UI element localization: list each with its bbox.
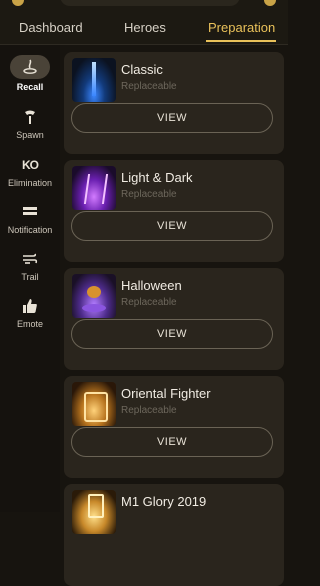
notification-icon [10, 202, 50, 222]
sidebar-item-label: Recall [16, 82, 44, 92]
view-button[interactable]: VIEW [71, 427, 273, 457]
sidebar-item-emote[interactable]: Emote [0, 296, 60, 329]
skin-card: Light & Dark Replaceable VIEW [64, 160, 284, 262]
tab-preparation[interactable]: Preparation [208, 20, 275, 35]
tab-dashboard[interactable]: Dashboard [19, 20, 83, 35]
skin-card: Classic Replaceable VIEW [64, 52, 284, 154]
sidebar-item-label: Trail [21, 272, 39, 282]
thumbs-up-icon [10, 296, 50, 316]
view-button[interactable]: VIEW [71, 211, 273, 241]
active-tab-indicator [206, 40, 276, 42]
skin-title: M1 Glory 2019 [121, 494, 207, 509]
recall-icon [10, 55, 50, 79]
tab-heroes[interactable]: Heroes [124, 20, 166, 35]
skin-title: Oriental Fighter [121, 386, 211, 401]
skin-thumbnail [72, 58, 116, 102]
spawn-icon [10, 107, 50, 127]
sidebar-item-label: Emote [16, 319, 43, 329]
sidebar: Recall Spawn KO Elimination Notification [0, 45, 60, 512]
sidebar-item-spawn[interactable]: Spawn [0, 107, 60, 140]
sidebar-item-notification[interactable]: Notification [0, 202, 60, 235]
skin-title: Classic [121, 62, 163, 77]
coin-icon [12, 0, 24, 6]
skin-thumbnail [72, 490, 116, 534]
sidebar-item-label: Elimination [7, 178, 53, 188]
top-navigation: Dashboard Heroes Preparation [0, 0, 288, 44]
sidebar-item-label: Spawn [16, 130, 44, 140]
view-button[interactable]: VIEW [71, 319, 273, 349]
skin-subtitle: Replaceable [121, 297, 177, 308]
header-notch [60, 0, 240, 6]
skin-title: Light & Dark [121, 170, 193, 185]
sidebar-item-label: Notification [7, 225, 53, 235]
skin-subtitle: Replaceable [121, 189, 177, 200]
ko-icon: KO [22, 158, 39, 172]
sidebar-item-recall[interactable]: Recall [0, 55, 60, 92]
view-button[interactable]: VIEW [71, 103, 273, 133]
skin-thumbnail [72, 382, 116, 426]
skin-card: Halloween Replaceable VIEW [64, 268, 284, 370]
skin-thumbnail [72, 166, 116, 210]
sidebar-item-trail[interactable]: Trail [0, 249, 60, 282]
skin-card: M1 Glory 2019 [64, 484, 284, 586]
skin-subtitle: Replaceable [121, 405, 177, 416]
sidebar-item-elimination[interactable]: KO Elimination [0, 155, 60, 188]
trail-icon [10, 249, 50, 269]
skin-card: Oriental Fighter Replaceable VIEW [64, 376, 284, 478]
coin-icon [264, 0, 276, 6]
skin-thumbnail [72, 274, 116, 318]
skin-subtitle: Replaceable [121, 81, 177, 92]
skin-title: Halloween [121, 278, 182, 293]
